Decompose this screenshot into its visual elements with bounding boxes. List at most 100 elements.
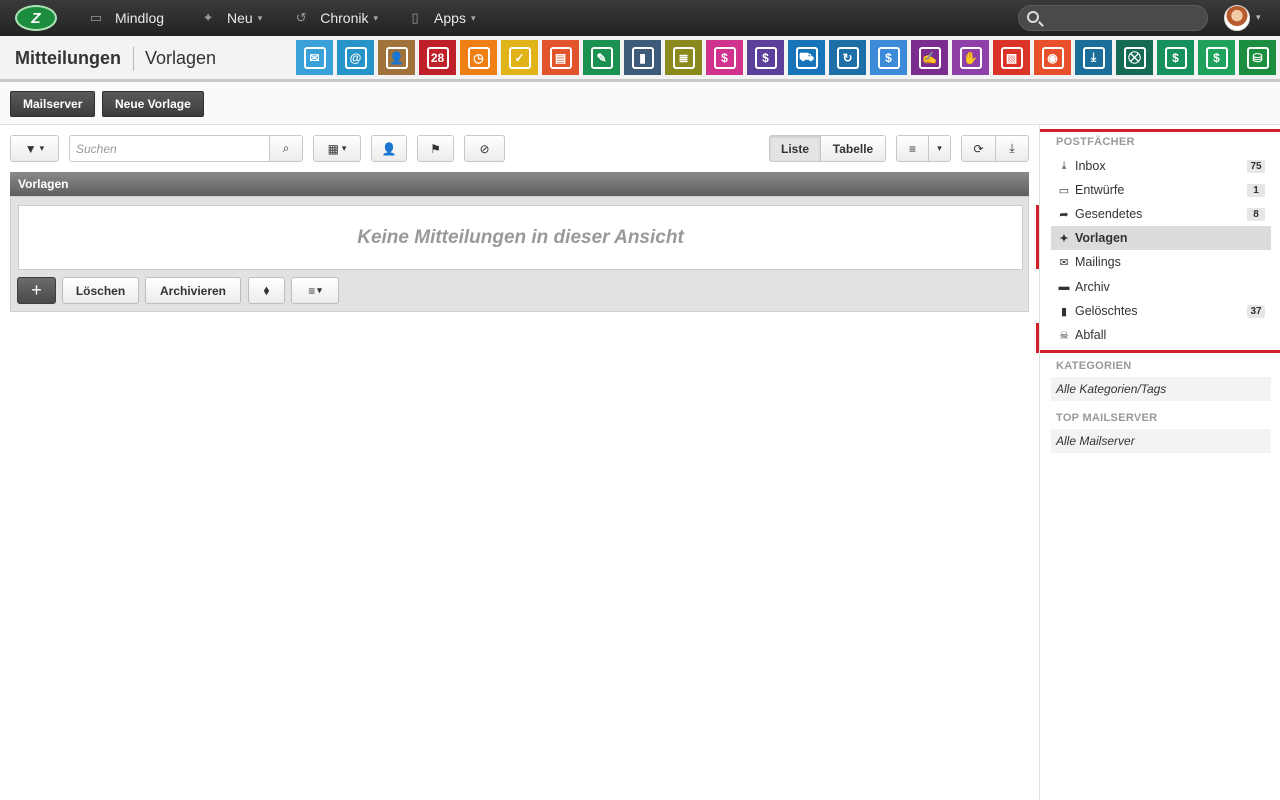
avatar[interactable] — [1224, 5, 1250, 31]
count-badge: 8 — [1247, 208, 1265, 221]
address-book-app-icon[interactable]: @ — [337, 40, 374, 75]
cart-app-icon[interactable]: ⛒ — [1116, 40, 1153, 75]
module-header: Mitteilungen Vorlagen ✉ @ 👤 28 ◷ ✓ ▤ ✎ ▮ ≣ $ $ ⛟ ↻ $ ✍ ✋… — [0, 36, 1280, 82]
documents-app-icon[interactable]: ≣ — [665, 40, 702, 75]
sidebar-item-gelöschtes[interactable]: ▮ Gelöschtes 37 — [1051, 299, 1271, 323]
pdf-app-icon[interactable]: ▧ — [993, 40, 1030, 75]
money-bag-app-icon[interactable]: $ — [870, 40, 907, 75]
mailserver-button[interactable]: Mailserver — [10, 91, 96, 117]
broadcast-app-icon[interactable]: ◉ — [1034, 40, 1071, 75]
list-options-button[interactable]: ≡ — [896, 135, 929, 162]
screens-icon: ▭ — [89, 10, 103, 25]
sparkle-icon: ✦ — [202, 10, 214, 25]
person-filter-button[interactable]: 👤 — [371, 135, 407, 162]
cash-app-icon[interactable]: $ — [1157, 40, 1194, 75]
search-button[interactable]: ⌕ — [269, 135, 303, 162]
count-badge: 37 — [1247, 305, 1265, 318]
archive-button[interactable]: Archivieren — [145, 277, 241, 304]
list-icon: ≡ — [908, 141, 916, 156]
helpdesk-app-icon[interactable]: $ — [706, 40, 743, 75]
contracts-app-icon-glyph: ✍ — [918, 46, 941, 69]
purchasing-app-icon[interactable]: ↻ — [829, 40, 866, 75]
sidebar-item-archiv[interactable]: ▬ Archiv — [1051, 275, 1271, 299]
mailbox-icon: ▭ — [1058, 184, 1070, 197]
tasks-app-icon[interactable]: ✓ — [501, 40, 538, 75]
nav-neu-label: Neu — [227, 10, 253, 26]
contacts-app-icon-glyph: 👤 — [385, 46, 408, 69]
export-button[interactable]: ⤓ — [995, 135, 1029, 162]
contacts-app-icon[interactable]: 👤 — [378, 40, 415, 75]
purchasing-app-icon-glyph: ↻ — [836, 46, 859, 69]
view-list-button[interactable]: Liste — [769, 135, 821, 162]
search-input[interactable]: Suchen — [69, 135, 270, 162]
contracts-app-icon[interactable]: ✍ — [911, 40, 948, 75]
chevron-down-icon: ▾ — [39, 143, 45, 153]
refresh-button[interactable]: ⟳ — [961, 135, 996, 162]
delivery-app-icon-glyph: ⛟ — [795, 46, 818, 69]
projects-app-icon[interactable]: ▤ — [542, 40, 579, 75]
calendar-app-icon-glyph: 28 — [426, 46, 449, 69]
mail-app-icon-glyph: ✉ — [303, 46, 326, 69]
nav-apps[interactable]: ▯ Apps ▾ — [406, 10, 475, 26]
cart-app-icon-glyph: ⛒ — [1123, 46, 1146, 69]
sidebar-item-inbox[interactable]: ⤓ Inbox 75 — [1051, 154, 1271, 178]
calendar-app-icon[interactable]: 28 — [419, 40, 456, 75]
delivery-app-icon[interactable]: ⛟ — [788, 40, 825, 75]
sidebar-item-vorlagen[interactable]: ✦ Vorlagen — [1051, 226, 1271, 250]
eye-slash-icon: ⊘ — [479, 141, 490, 156]
chevron-down-icon: ▾ — [373, 12, 379, 23]
sidebar-item-entwürfe[interactable]: ▭ Entwürfe 1 — [1051, 178, 1271, 202]
broadcast-app-icon-glyph: ◉ — [1041, 46, 1064, 69]
documents-app-icon-glyph: ≣ — [672, 46, 695, 69]
partners-app-icon[interactable]: ✋ — [952, 40, 989, 75]
tag-button[interactable]: ⬧ — [248, 277, 285, 304]
sidebar-item-label: Vorlagen — [1075, 231, 1128, 245]
nav-mindlog[interactable]: ▭ Mindlog — [87, 10, 164, 26]
chevron-down-icon[interactable]: ▾ — [1256, 12, 1261, 23]
notes-app-icon[interactable]: ✎ — [583, 40, 620, 75]
add-button[interactable]: + — [17, 277, 56, 304]
mailbox-icon: ☠ — [1059, 329, 1069, 342]
pricetag-app-icon[interactable]: $ — [1198, 40, 1235, 75]
address-book-app-icon-glyph: @ — [344, 46, 367, 69]
nav-chronik[interactable]: ↺ Chronik ▾ — [292, 10, 378, 26]
sidebar-item-gesendetes[interactable]: ➦ Gesendetes 8 — [1051, 202, 1271, 226]
database-app-icon[interactable]: ⛁ — [1239, 40, 1276, 75]
flag-filter-button[interactable]: ⚑ — [417, 135, 454, 162]
chevron-down-icon: ▾ — [317, 285, 322, 295]
date-filter-button[interactable]: ▦ ▾ — [313, 135, 361, 162]
all-mailservers-link[interactable]: Alle Mailserver — [1051, 429, 1271, 453]
cash-app-icon-glyph: $ — [1164, 46, 1187, 69]
new-template-button-label: Neue Vorlage — [115, 97, 191, 111]
highlight-border-top — [1040, 129, 1280, 132]
delete-button-label: Löschen — [75, 283, 126, 298]
sidebar-item-abfall[interactable]: ☠ Abfall — [1051, 323, 1271, 347]
new-template-button[interactable]: Neue Vorlage — [102, 91, 204, 117]
list-icon: ≡ — [308, 283, 316, 298]
delete-button[interactable]: Löschen — [62, 277, 139, 304]
download-app-icon[interactable]: ⤓ — [1075, 40, 1112, 75]
categories-header: KATEGORIEN — [1056, 360, 1132, 372]
view-table-button[interactable]: Tabelle — [820, 135, 886, 162]
pricetag-app-icon-glyph: $ — [1205, 46, 1228, 69]
list-options-dropdown[interactable]: ▾ — [928, 135, 951, 162]
bulk-actions-button[interactable]: ≡ ▾ — [291, 277, 339, 304]
plus-icon: + — [31, 280, 42, 300]
bookmark-app-icon-glyph: ▮ — [631, 46, 654, 69]
hide-read-button[interactable]: ⊘ — [464, 135, 505, 162]
nav-chronik-label: Chronik — [320, 10, 369, 26]
finance-app-icon-glyph: $ — [754, 46, 777, 69]
sidebar-item-label: Gesendetes — [1075, 207, 1143, 221]
logo[interactable]: Z — [15, 5, 57, 31]
nav-neu[interactable]: ✦ Neu ▾ — [199, 10, 263, 26]
global-search-input[interactable] — [1018, 5, 1208, 31]
all-categories-link[interactable]: Alle Kategorien/Tags — [1051, 377, 1271, 401]
bookmark-app-icon[interactable]: ▮ — [624, 40, 661, 75]
finance-app-icon[interactable]: $ — [747, 40, 784, 75]
sidebar-item-mailings[interactable]: ✉ Mailings — [1051, 250, 1271, 274]
mail-app-icon[interactable]: ✉ — [296, 40, 333, 75]
database-app-icon-glyph: ⛁ — [1246, 46, 1269, 69]
filter-button[interactable]: ▼ ▾ — [10, 135, 59, 162]
sidebar-item-label: Inbox — [1075, 159, 1106, 173]
timer-app-icon[interactable]: ◷ — [460, 40, 497, 75]
